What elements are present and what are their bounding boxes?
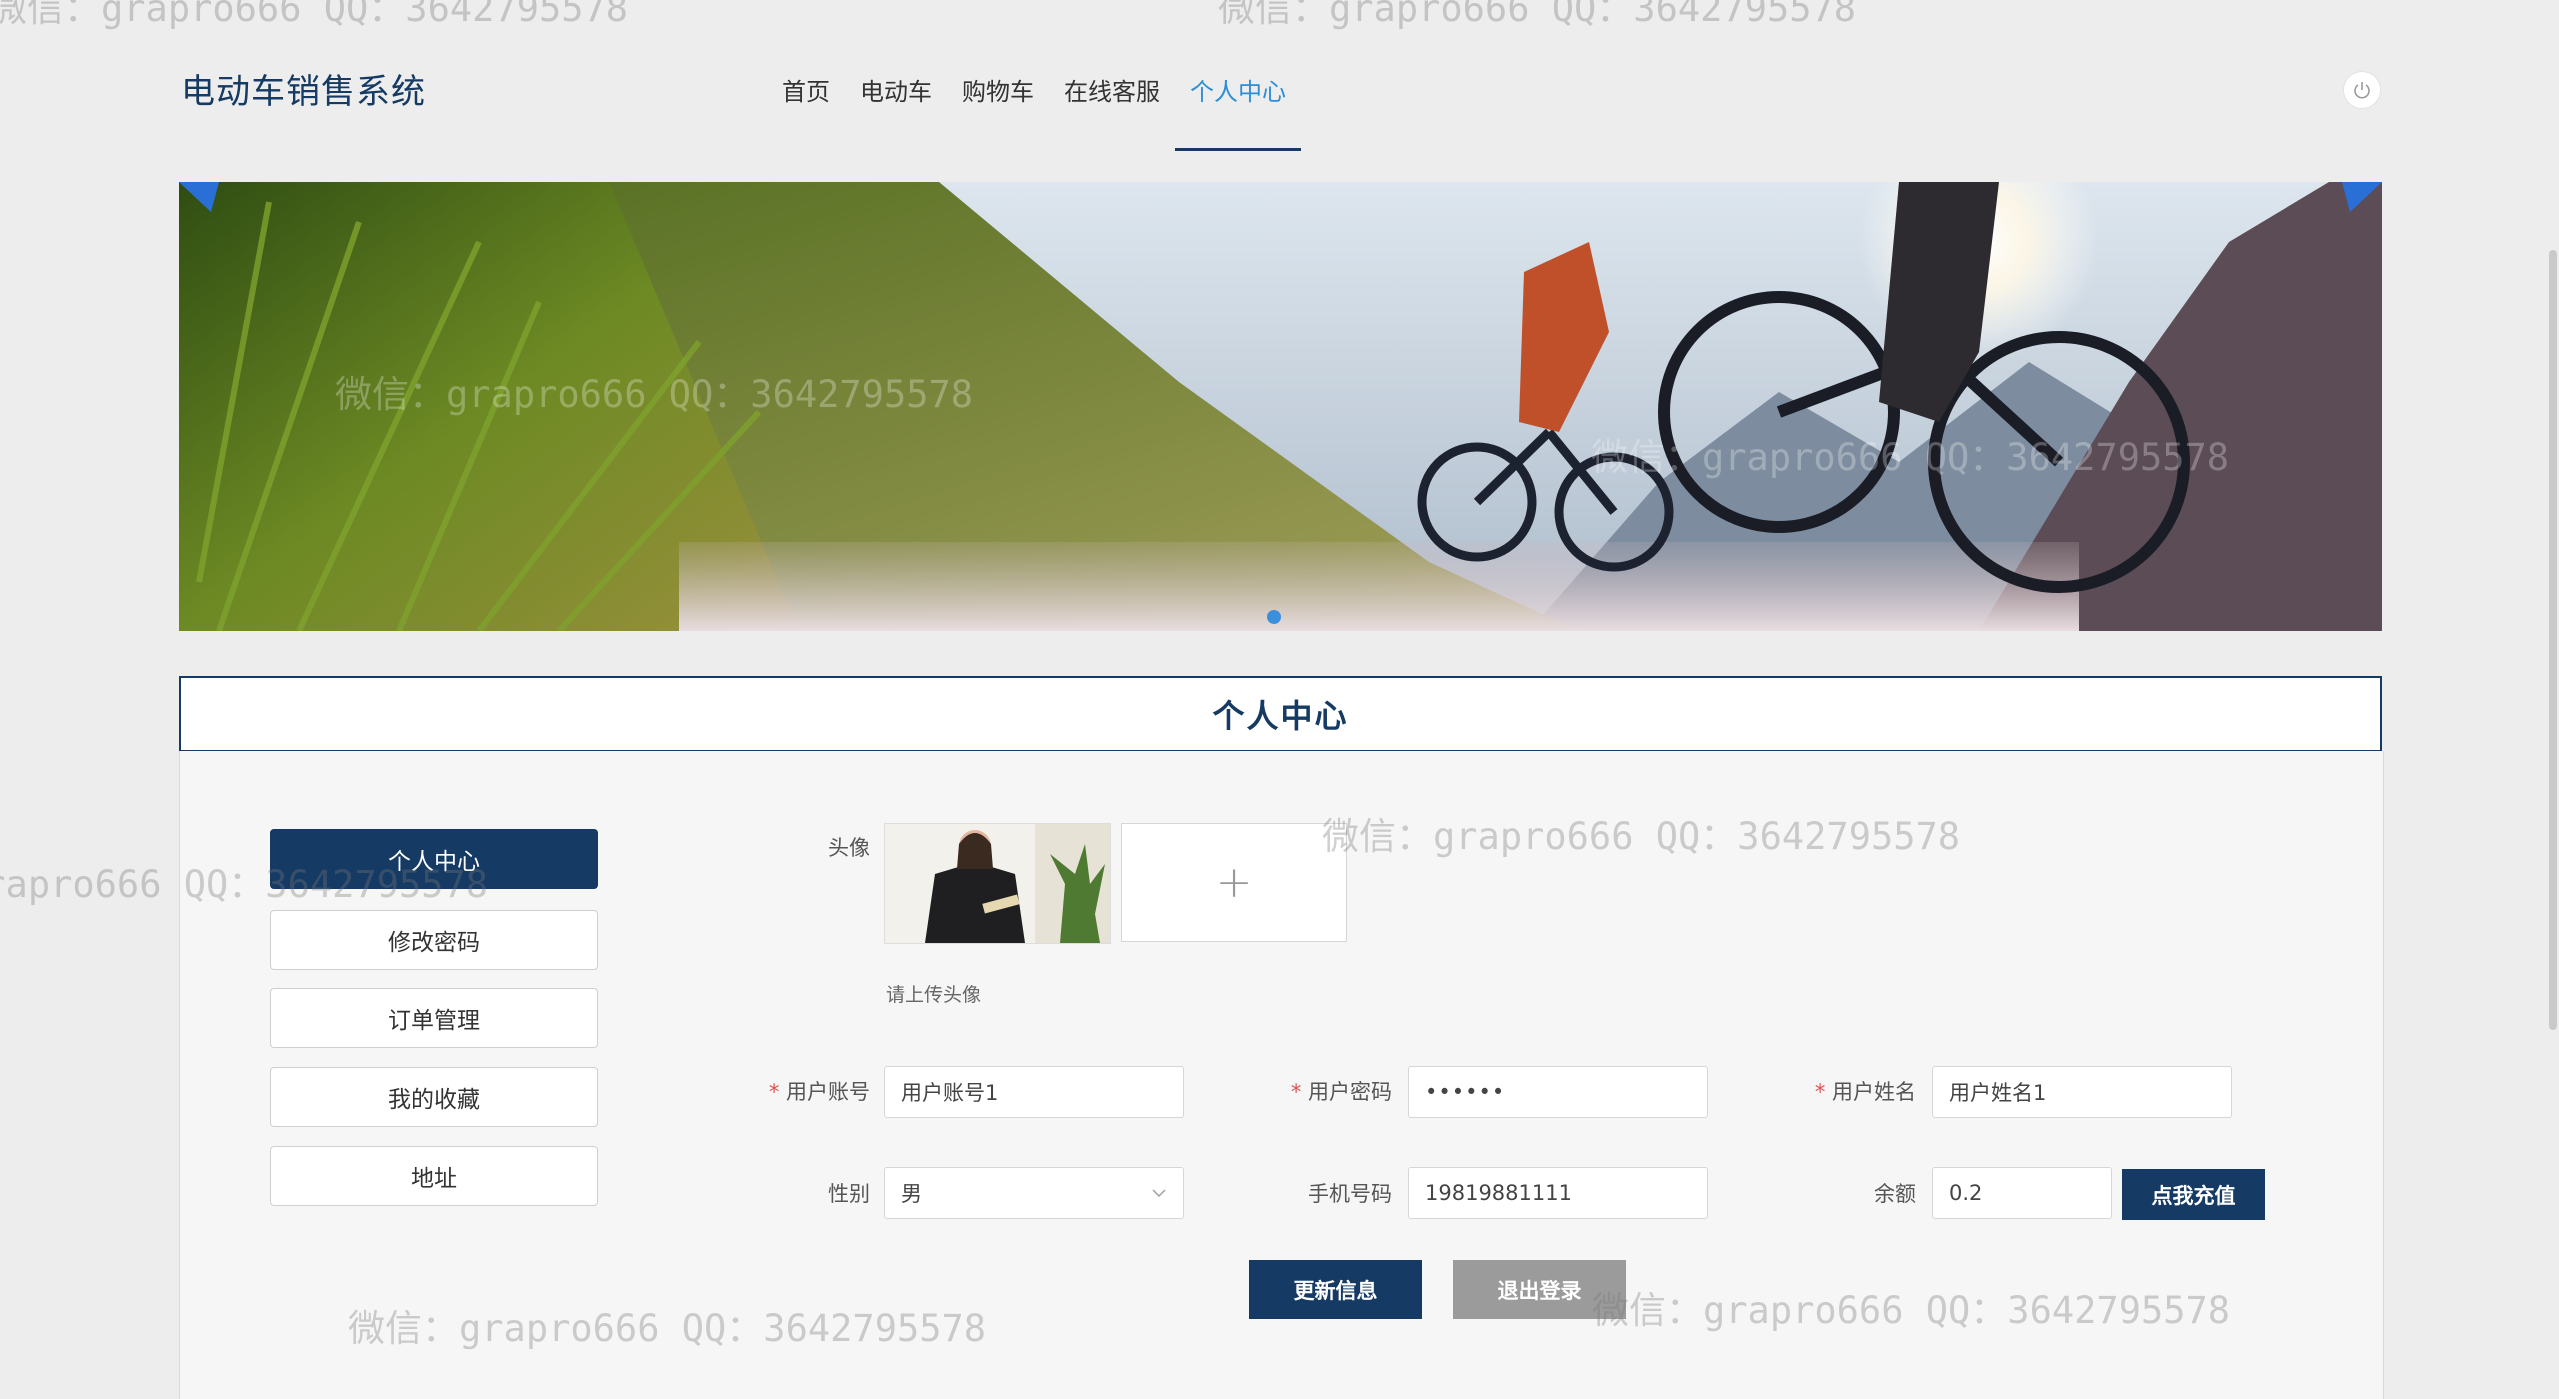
name-input[interactable]: 用户姓名1	[1932, 1066, 2232, 1118]
avatar-upload-button[interactable]: +	[1121, 823, 1347, 942]
banner-carousel[interactable]: 微信：grapro666 QQ：3642795578 微信：grapro666 …	[179, 182, 2382, 631]
password-label: 用户密码	[1262, 1076, 1392, 1106]
gender-label: 性别	[828, 1182, 870, 1206]
menu-change-password[interactable]: 修改密码	[270, 910, 598, 970]
menu-personal-center[interactable]: 个人中心	[270, 829, 598, 889]
site-title: 电动车销售系统	[181, 72, 426, 112]
plus-icon: +	[1215, 857, 1253, 908]
upload-hint: 请上传头像	[886, 984, 982, 1006]
nav-home[interactable]: 首页	[767, 56, 845, 129]
balance-input[interactable]: 0.2	[1932, 1167, 2112, 1219]
section-title-bar: 个人中心	[179, 676, 2382, 753]
carousel-dot[interactable]	[1267, 610, 1281, 624]
logout-power-button[interactable]	[2343, 71, 2381, 109]
avatar-label: 头像	[828, 836, 870, 860]
nav-cart[interactable]: 购物车	[947, 56, 1049, 129]
phone-input[interactable]: 19819881111	[1408, 1167, 1708, 1219]
gender-select[interactable]: 男	[884, 1167, 1184, 1219]
section-title: 个人中心	[1212, 697, 1349, 735]
chevron-down-icon	[1152, 1189, 1166, 1198]
banner-image	[179, 182, 2382, 631]
menu-order-management[interactable]: 订单管理	[270, 988, 598, 1048]
page-scrollbar[interactable]	[2549, 250, 2557, 1030]
avatar-image	[884, 823, 1111, 944]
menu-address[interactable]: 地址	[270, 1146, 598, 1206]
menu-my-favorites[interactable]: 我的收藏	[270, 1067, 598, 1127]
gender-value: 男	[901, 1182, 922, 1206]
logout-button[interactable]: 退出登录	[1453, 1260, 1626, 1319]
account-label: 用户账号	[740, 1076, 870, 1106]
nav-personal-center[interactable]: 个人中心	[1175, 56, 1301, 151]
account-input[interactable]: 用户账号1	[884, 1066, 1184, 1118]
phone-label: 手机号码	[1308, 1182, 1392, 1206]
main-nav: 首页 电动车 购物车 在线客服 个人中心	[767, 56, 1301, 151]
name-label: 用户姓名	[1786, 1076, 1916, 1106]
nav-online-service[interactable]: 在线客服	[1049, 56, 1175, 129]
update-info-button[interactable]: 更新信息	[1249, 1260, 1422, 1319]
balance-label: 余额	[1874, 1182, 1916, 1206]
recharge-button[interactable]: 点我充值	[2122, 1169, 2265, 1220]
header: 电动车销售系统 首页 电动车 购物车 在线客服 个人中心	[0, 0, 2559, 151]
power-icon	[2354, 82, 2370, 99]
nav-ebikes[interactable]: 电动车	[845, 56, 947, 129]
password-input[interactable]: ••••••	[1408, 1066, 1708, 1118]
